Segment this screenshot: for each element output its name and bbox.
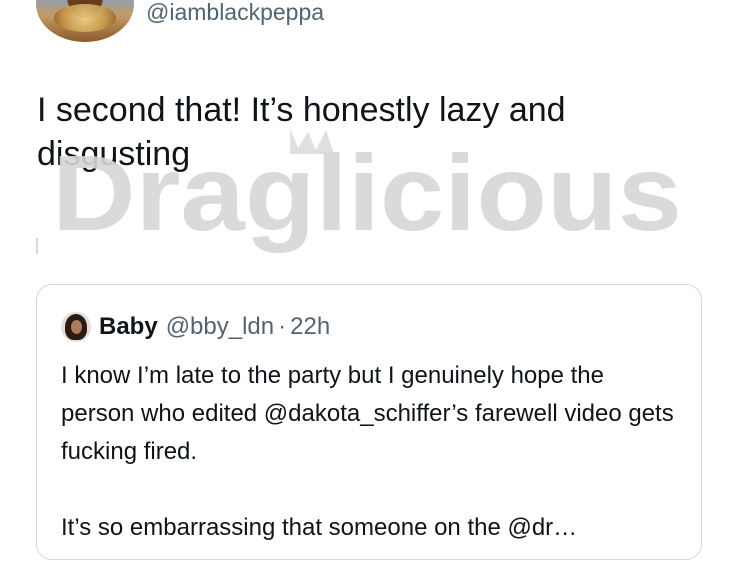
avatar-outfit-shape	[54, 4, 116, 32]
avatar-face-shape	[71, 320, 82, 334]
author-handle[interactable]: @iamblackpeppa	[146, 0, 324, 26]
quoted-tweet-paragraph-2: It’s so embarrassing that someone on the…	[61, 514, 578, 541]
tweet-text: I second that! It’s honestly lazy and di…	[37, 91, 566, 173]
quoted-author-avatar[interactable]	[61, 312, 91, 342]
quoted-tweet-body: I know I’m late to the party but I genui…	[61, 357, 681, 547]
author-avatar[interactable]	[36, 0, 134, 42]
quoted-author-handle[interactable]: @bby_ldn	[166, 313, 274, 341]
quoted-tweet-time[interactable]: 22h	[290, 313, 330, 341]
quoted-tweet-paragraph-1: I know I’m late to the party but I genui…	[61, 362, 674, 465]
divider-tick	[36, 238, 38, 254]
quoted-tweet-card[interactable]: Baby @bby_ldn · 22h I know I’m late to t…	[36, 284, 702, 560]
quoted-tweet-header: Baby @bby_ldn · 22h	[61, 311, 330, 343]
quoted-author-name[interactable]: Baby	[99, 313, 158, 341]
meta-separator: ·	[278, 313, 287, 340]
